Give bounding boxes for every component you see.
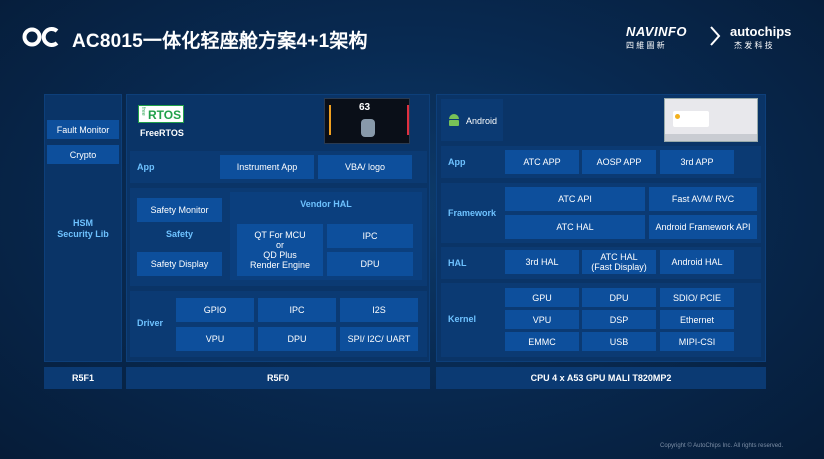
freertos-app-label: App bbox=[137, 162, 155, 172]
android-navbar bbox=[665, 134, 757, 141]
qt-line4: Render Engine bbox=[249, 260, 311, 270]
kernel-sdio-pcie-box: SDIO/ PCIE bbox=[660, 288, 734, 307]
android-hal-box: Android HAL bbox=[660, 250, 734, 274]
hal-label: HAL bbox=[448, 258, 467, 268]
kernel-mipi-csi-box: MIPI-CSI bbox=[660, 332, 734, 351]
navinfo-logo: NAVINFO 四 維 圖 新 bbox=[626, 24, 716, 54]
3rd-app-box: 3rd APP bbox=[660, 150, 734, 174]
driver-spi-i2c-uart-box: SPI/ I2C/ UART bbox=[340, 327, 418, 351]
safety-monitor-box: Safety Monitor bbox=[137, 198, 222, 222]
copyright-text: Copyright © AutoChips Inc. All rights re… bbox=[660, 443, 784, 449]
driver-ipc-box: IPC bbox=[258, 298, 336, 322]
kernel-dpu-box: DPU bbox=[582, 288, 656, 307]
cluster-speed: 63 bbox=[359, 102, 371, 113]
kernel-dsp-box: DSP bbox=[582, 310, 656, 329]
brand-logo bbox=[22, 26, 60, 48]
driver-gpio-box: GPIO bbox=[176, 298, 254, 322]
atc-app-box: ATC APP bbox=[505, 150, 579, 174]
atc-hal-line1: ATC HAL bbox=[600, 252, 638, 262]
atc-hal-framework-box: ATC HAL bbox=[505, 215, 645, 239]
kernel-gpu-box: GPU bbox=[505, 288, 579, 307]
security-lib-label: Security Lib bbox=[57, 229, 109, 239]
vendor-dpu-box: DPU bbox=[327, 252, 413, 276]
navinfo-wordmark: NAVINFO bbox=[626, 24, 688, 39]
fault-monitor-box: Fault Monitor bbox=[47, 120, 119, 139]
kernel-emmc-box: EMMC bbox=[505, 332, 579, 351]
freertos-logo-free: free bbox=[140, 107, 146, 116]
aosp-app-box: AOSP APP bbox=[582, 150, 656, 174]
atc-hal-line2: (Fast Display) bbox=[591, 262, 647, 272]
instrument-cluster-image: 63 bbox=[324, 98, 410, 144]
framework-label: Framework bbox=[448, 208, 497, 218]
cpu-bar: CPU 4 x A53 GPU MALI T820MP2 bbox=[436, 367, 766, 389]
android-screenshot-image bbox=[664, 98, 758, 142]
freertos-logo-rtos: RTOS bbox=[148, 108, 182, 122]
kernel-label: Kernel bbox=[448, 314, 477, 324]
freertos-logo: free RTOS bbox=[138, 105, 184, 123]
cluster-right-readout bbox=[387, 105, 409, 135]
qt-line3: QD Plus bbox=[263, 250, 297, 260]
r5f0-bar: R5F0 bbox=[126, 367, 430, 389]
qt-line2: or bbox=[275, 240, 284, 250]
cluster-left-readout bbox=[329, 105, 353, 135]
qt-render-engine-box: QT For MCU or QD Plus Render Engine bbox=[237, 224, 323, 276]
autochips-logo: autochips 杰 发 科 技 bbox=[730, 24, 810, 54]
freertos-label: FreeRTOS bbox=[140, 128, 184, 138]
hsm-label: HSM bbox=[73, 218, 93, 228]
vendor-hal-label: Vendor HAL bbox=[300, 199, 352, 209]
kernel-vpu-box: VPU bbox=[505, 310, 579, 329]
android-icon bbox=[448, 113, 460, 127]
driver-label: Driver bbox=[137, 318, 164, 328]
fast-avm-rvc-box: Fast AVM/ RVC bbox=[649, 187, 757, 211]
crypto-box: Crypto bbox=[47, 145, 119, 164]
vba-logo-box: VBA/ logo bbox=[318, 155, 412, 179]
hsm-security-lib: HSM Security Lib bbox=[44, 218, 122, 240]
chevron-divider-icon bbox=[708, 24, 722, 48]
navinfo-chinese: 四 維 圖 新 bbox=[626, 41, 665, 50]
page-title: AC8015一体化轻座舱方案4+1架构 bbox=[72, 31, 368, 52]
driver-vpu-box: VPU bbox=[176, 327, 254, 351]
instrument-app-box: Instrument App bbox=[220, 155, 314, 179]
driver-dpu-box: DPU bbox=[258, 327, 336, 351]
kernel-usb-box: USB bbox=[582, 332, 656, 351]
autochips-chinese: 杰 发 科 技 bbox=[734, 41, 773, 50]
vendor-ipc-box: IPC bbox=[327, 224, 413, 248]
autochips-wordmark: autochips bbox=[730, 24, 792, 39]
atc-api-box: ATC API bbox=[505, 187, 645, 211]
qt-line1: QT For MCU bbox=[254, 230, 306, 240]
kernel-ethernet-box: Ethernet bbox=[660, 310, 734, 329]
android-app-label: App bbox=[448, 157, 466, 167]
r5f1-bar: R5F1 bbox=[44, 367, 122, 389]
android-framework-api-box: Android Framework API bbox=[649, 215, 757, 239]
car-icon bbox=[361, 119, 375, 137]
android-label: Android bbox=[466, 116, 498, 126]
atc-hal-fast-display-box: ATC HAL (Fast Display) bbox=[582, 250, 656, 274]
safety-display-box: Safety Display bbox=[137, 252, 222, 276]
3rd-hal-box: 3rd HAL bbox=[505, 250, 579, 274]
android-card-accent bbox=[675, 114, 680, 119]
driver-i2s-box: I2S bbox=[340, 298, 418, 322]
safety-label: Safety bbox=[165, 229, 193, 239]
